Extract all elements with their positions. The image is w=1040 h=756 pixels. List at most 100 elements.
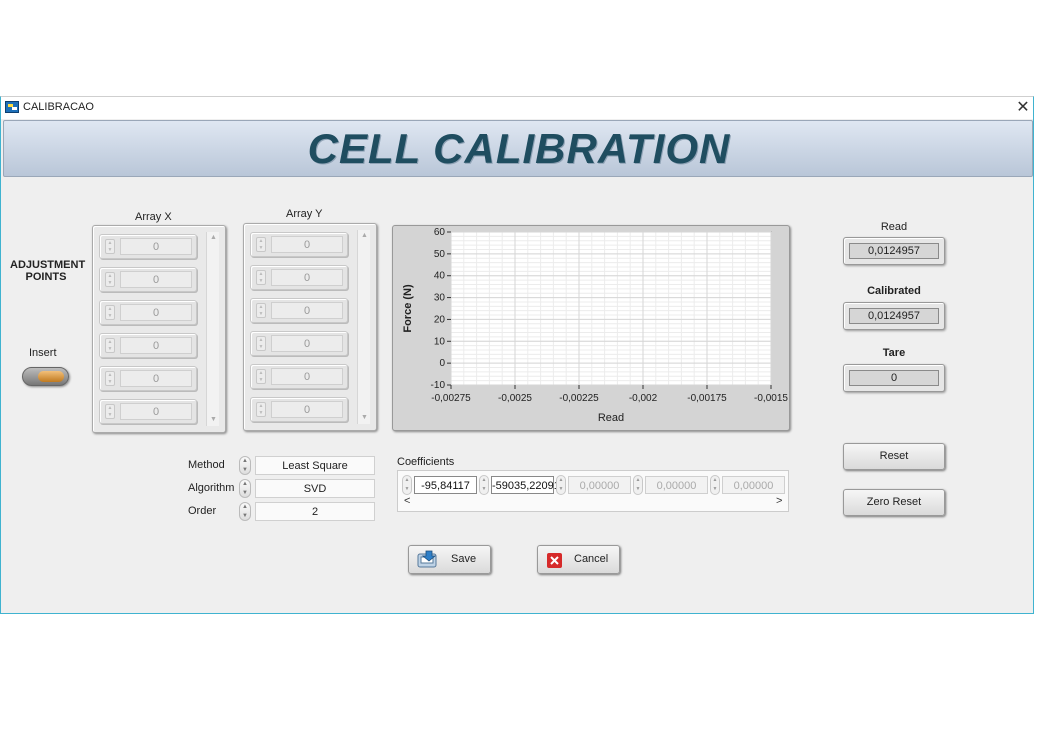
- array-x-value[interactable]: 0: [120, 304, 192, 321]
- array-x-value[interactable]: 0: [120, 370, 192, 387]
- reset-button[interactable]: Reset: [843, 443, 945, 470]
- spin-arrows-icon[interactable]: ▲ ▼: [239, 502, 251, 521]
- zero-reset-button[interactable]: Zero Reset: [843, 489, 945, 516]
- ring-arrows-icon[interactable]: ▲ ▼: [239, 479, 251, 498]
- spin-arrows-icon[interactable]: ▲ ▼: [402, 475, 412, 495]
- coefficient-element[interactable]: ▲ ▼ 0,00000: [633, 475, 710, 495]
- y-axis-label: Force (N): [402, 284, 414, 333]
- coefficient-element[interactable]: ▲ ▼ -59035,22091: [479, 475, 560, 495]
- spin-arrows-icon[interactable]: ▲ ▼: [710, 475, 720, 495]
- coefficient-value[interactable]: 0,00000: [645, 476, 708, 494]
- array-x-value[interactable]: 0: [120, 337, 192, 354]
- x-tick-label: -0,0015: [754, 393, 788, 404]
- ring-arrows-icon[interactable]: ▲ ▼: [239, 456, 251, 475]
- array-y-value[interactable]: 0: [271, 335, 343, 352]
- algorithm-ring[interactable]: ▲ ▼ SVD: [239, 479, 375, 500]
- array-x-element[interactable]: ▲ ▼ 0: [99, 234, 197, 259]
- coefficient-element[interactable]: ▲ ▼ 0,00000: [710, 475, 787, 495]
- coefficient-value[interactable]: -59035,22091: [491, 476, 560, 494]
- spin-arrows-icon[interactable]: ▲ ▼: [633, 475, 643, 495]
- scroll-right-icon[interactable]: >: [776, 495, 782, 507]
- array-y-value[interactable]: 0: [271, 401, 343, 418]
- array-y: ▲ ▼ 0 ▲ ▼ 0 ▲ ▼ 0 ▲ ▼ 0 ▲ ▼ 0 ▲ ▼ 0 ▲ ▼: [243, 223, 377, 431]
- order-value[interactable]: 2: [255, 502, 375, 521]
- scroll-left-icon[interactable]: <: [404, 495, 410, 507]
- array-y-value[interactable]: 0: [271, 368, 343, 385]
- array-x-scrollbar[interactable]: ▲ ▼: [206, 232, 219, 426]
- spin-arrows-icon[interactable]: ▲ ▼: [105, 338, 115, 353]
- scroll-up-icon[interactable]: ▲: [207, 232, 220, 244]
- x-tick-label: -0,0025: [498, 393, 532, 404]
- scroll-down-icon[interactable]: ▼: [358, 412, 371, 424]
- calibrated-indicator: 0,0124957: [843, 302, 945, 330]
- spin-arrows-icon[interactable]: ▲ ▼: [479, 475, 489, 495]
- coefficient-element[interactable]: ▲ ▼ 0,00000: [556, 475, 633, 495]
- x-tick-label: -0,002: [629, 393, 658, 404]
- x-axis-label: Read: [598, 412, 624, 424]
- array-y-element[interactable]: ▲ ▼ 0: [250, 298, 348, 323]
- spin-arrows-icon[interactable]: ▲ ▼: [105, 272, 115, 287]
- adjustment-points-label: ADJUSTMENT POINTS: [10, 259, 85, 283]
- coefficient-value[interactable]: 0,00000: [722, 476, 785, 494]
- y-tick-label: 10: [434, 336, 446, 347]
- spin-arrows-icon[interactable]: ▲ ▼: [256, 237, 266, 252]
- plot-area[interactable]: [450, 231, 772, 386]
- array-y-value[interactable]: 0: [271, 236, 343, 253]
- order-label: Order: [188, 505, 217, 517]
- spin-arrows-icon[interactable]: ▲ ▼: [105, 239, 115, 254]
- array-y-element[interactable]: ▲ ▼ 0: [250, 265, 348, 290]
- insert-toggle-button[interactable]: [22, 367, 69, 386]
- array-x-element[interactable]: ▲ ▼ 0: [99, 333, 197, 358]
- coefficient-value[interactable]: -95,84117: [414, 476, 477, 494]
- array-y-element[interactable]: ▲ ▼ 0: [250, 364, 348, 389]
- force-read-graph: -0,00275 -0,0025 -0,00225 -0,002 -0,00175 -0,…: [392, 225, 790, 431]
- array-x-element[interactable]: ▲ ▼ 0: [99, 267, 197, 292]
- array-x-value[interactable]: 0: [120, 238, 192, 255]
- array-x-value[interactable]: 0: [120, 403, 192, 420]
- array-y-label: Array Y: [286, 208, 323, 220]
- scroll-down-icon[interactable]: ▼: [207, 414, 220, 426]
- spin-arrows-icon[interactable]: ▲ ▼: [256, 270, 266, 285]
- y-tick-label: 60: [434, 227, 446, 238]
- spin-arrows-icon[interactable]: ▲ ▼: [105, 371, 115, 386]
- spin-arrows-icon[interactable]: ▲ ▼: [556, 475, 566, 495]
- array-x: ▲ ▼ 0 ▲ ▼ 0 ▲ ▼ 0 ▲ ▼ 0 ▲ ▼ 0 ▲ ▼ 0 ▲ ▼: [92, 225, 226, 433]
- x-tick-label: -0,00225: [559, 393, 599, 404]
- read-label: Read: [880, 221, 908, 233]
- tare-value: 0: [849, 370, 939, 386]
- method-value[interactable]: Least Square: [255, 456, 375, 475]
- cancel-button[interactable]: Cancel: [537, 545, 620, 574]
- order-numeric[interactable]: ▲ ▼ 2: [239, 502, 375, 523]
- array-y-element[interactable]: ▲ ▼ 0: [250, 232, 348, 257]
- read-value: 0,0124957: [849, 243, 939, 259]
- header-banner: CELL CALIBRATION: [3, 120, 1033, 177]
- calibrated-value: 0,0124957: [849, 308, 939, 324]
- coefficient-element[interactable]: ▲ ▼ -95,84117: [402, 475, 479, 495]
- spin-arrows-icon[interactable]: ▲ ▼: [256, 303, 266, 318]
- algorithm-value[interactable]: SVD: [255, 479, 375, 498]
- spin-arrows-icon[interactable]: ▲ ▼: [256, 336, 266, 351]
- array-y-element[interactable]: ▲ ▼ 0: [250, 331, 348, 356]
- x-tick-label: -0,00175: [687, 393, 727, 404]
- calibration-window: CALIBRACAO ✕ CELL CALIBRATION ADJUSTMENT…: [0, 96, 1034, 614]
- array-y-scrollbar[interactable]: ▲ ▼: [357, 230, 370, 424]
- spin-arrows-icon[interactable]: ▲ ▼: [256, 402, 266, 417]
- array-x-element[interactable]: ▲ ▼ 0: [99, 399, 197, 424]
- coefficient-value[interactable]: 0,00000: [568, 476, 631, 494]
- spin-arrows-icon[interactable]: ▲ ▼: [105, 404, 115, 419]
- array-y-value[interactable]: 0: [271, 269, 343, 286]
- method-ring[interactable]: ▲ ▼ Least Square: [239, 456, 375, 477]
- spin-arrows-icon[interactable]: ▲ ▼: [105, 305, 115, 320]
- array-y-element[interactable]: ▲ ▼ 0: [250, 397, 348, 422]
- scroll-up-icon[interactable]: ▲: [358, 230, 371, 242]
- y-tick-label: 0: [439, 358, 445, 369]
- save-button[interactable]: Save: [408, 545, 491, 574]
- y-tick-label: -10: [431, 380, 446, 391]
- array-x-element[interactable]: ▲ ▼ 0: [99, 366, 197, 391]
- close-icon[interactable]: ✕: [1013, 97, 1033, 119]
- array-x-element[interactable]: ▲ ▼ 0: [99, 300, 197, 325]
- array-x-value[interactable]: 0: [120, 271, 192, 288]
- tare-label: Tare: [882, 347, 906, 359]
- spin-arrows-icon[interactable]: ▲ ▼: [256, 369, 266, 384]
- array-y-value[interactable]: 0: [271, 302, 343, 319]
